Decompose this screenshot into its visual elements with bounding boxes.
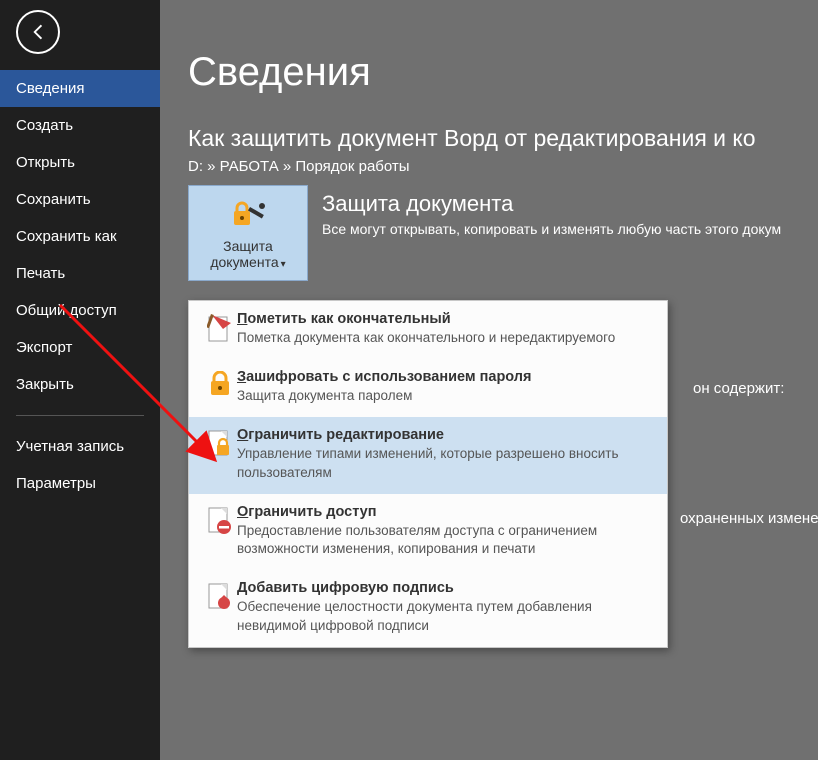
menu-item-desc: Защита документа паролем [237, 387, 653, 405]
protect-section-title: Защита документа [322, 191, 781, 217]
sidebar-item-account[interactable]: Учетная запись [0, 428, 160, 465]
document-title: Как защитить документ Ворд от редактиров… [188, 125, 818, 152]
menu-item-mark-final[interactable]: Пометить как окончательный Пометка докум… [189, 301, 667, 359]
arrow-left-icon [27, 21, 49, 43]
encrypt-icon [203, 369, 237, 405]
unsaved-note-fragment: охраненных измене [680, 510, 818, 527]
protect-document-button[interactable]: Защита документа▾ [188, 185, 308, 281]
protect-section-desc: Все могут открывать, копировать и изменя… [322, 221, 781, 237]
sidebar-item-export[interactable]: Экспорт [0, 329, 160, 366]
sidebar-item-print[interactable]: Печать [0, 255, 160, 292]
sidebar-item-share[interactable]: Общий доступ [0, 292, 160, 329]
sidebar-item-close[interactable]: Закрыть [0, 366, 160, 403]
page-heading: Сведения [188, 50, 818, 95]
sidebar-item-new[interactable]: Создать [0, 107, 160, 144]
menu-item-title: Зашифровать с использованием пароля [237, 369, 653, 385]
inspect-note-fragment: он содержит: [693, 380, 784, 397]
backstage-sidebar: Сведения Создать Открыть Сохранить Сохра… [0, 0, 160, 760]
sidebar-separator [16, 415, 144, 416]
sidebar-item-save[interactable]: Сохранить [0, 181, 160, 218]
menu-item-desc: Обеспечение целостности документа путем … [237, 598, 653, 634]
menu-item-desc: Пометка документа как окончательного и н… [237, 329, 653, 347]
sidebar-item-info[interactable]: Сведения [0, 70, 160, 107]
menu-item-restrict-access[interactable]: Ограничить доступ Предоставление пользов… [189, 494, 667, 570]
sidebar-item-options[interactable]: Параметры [0, 465, 160, 502]
menu-item-restrict-editing[interactable]: Ограничить редактирование Управление тип… [189, 417, 667, 493]
menu-item-title: Добавить цифровую подпись [237, 580, 653, 596]
sidebar-item-open[interactable]: Открыть [0, 144, 160, 181]
sidebar-item-save-as[interactable]: Сохранить как [0, 218, 160, 255]
menu-item-desc: Предоставление пользователям доступа с о… [237, 522, 653, 558]
chevron-down-icon: ▾ [281, 259, 286, 270]
document-path: D: » РАБОТА » Порядок работы [188, 158, 818, 175]
menu-item-encrypt-password[interactable]: Зашифровать с использованием пароля Защи… [189, 359, 667, 417]
menu-item-desc: Управление типами изменений, которые раз… [237, 445, 653, 481]
lock-key-icon [228, 196, 268, 232]
menu-item-title: Ограничить доступ [237, 504, 653, 520]
back-button[interactable] [16, 10, 60, 54]
menu-item-digital-signature[interactable]: Добавить цифровую подпись Обеспечение це… [189, 570, 667, 646]
protect-document-menu: Пометить как окончательный Пометка докум… [188, 300, 668, 648]
menu-item-title: Ограничить редактирование [237, 427, 653, 443]
protect-button-label: Защита документа▾ [210, 238, 285, 270]
menu-item-title: Пометить как окончательный [237, 311, 653, 327]
sidebar-menu: Сведения Создать Открыть Сохранить Сохра… [0, 70, 160, 502]
restrict-editing-icon [203, 427, 237, 481]
signature-icon [203, 580, 237, 634]
protect-section: Защита документа▾ Защита документа Все м… [188, 185, 818, 281]
restrict-access-icon [203, 504, 237, 558]
mark-final-icon [203, 311, 237, 347]
